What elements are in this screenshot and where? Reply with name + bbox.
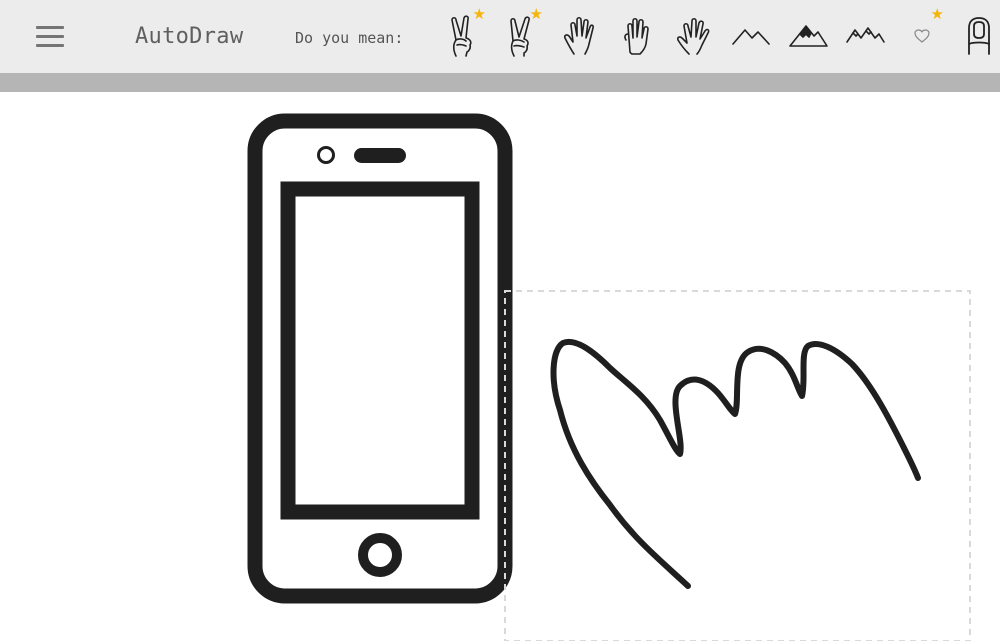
menu-line (36, 44, 64, 47)
suggestion-heart[interactable]: ★ (898, 7, 946, 60)
phone-screen (280, 181, 480, 520)
open-hand-icon (677, 17, 710, 55)
suggestion-open-hand-2[interactable] (670, 12, 718, 60)
suggestion-raised-hand[interactable] (613, 12, 661, 60)
open-hand-icon (564, 16, 594, 55)
suggestion-mountain-snow[interactable] (784, 12, 832, 60)
finger-icon (968, 17, 990, 55)
mountain-icon (732, 29, 770, 45)
favorite-star-icon: ★ (472, 5, 486, 23)
suggestion-mountain-range[interactable] (841, 12, 889, 60)
phone-drawing (247, 113, 513, 604)
suggestions-label: Do you mean: (295, 29, 404, 47)
toolbar-shadow (0, 73, 1000, 92)
suggestion-mountain-1[interactable] (727, 12, 775, 60)
snowy-mountain-icon (789, 25, 828, 47)
suggestion-open-hand-1[interactable] (556, 12, 604, 60)
phone-speaker (354, 148, 406, 163)
hand-scribble (550, 338, 921, 589)
menu-line (36, 26, 64, 29)
canvas-drawing (247, 113, 971, 641)
app-title: AutoDraw (135, 24, 244, 49)
suggestion-peace-sign-1[interactable]: ★ (440, 7, 488, 60)
suggestion-fingertip[interactable] (955, 12, 1000, 60)
drawing-canvas[interactable] (0, 92, 1000, 641)
favorite-star-icon: ★ (529, 5, 543, 23)
toolbar: AutoDraw Do you mean: ★ ★ ★ (0, 0, 1000, 73)
mountain-range-icon (846, 27, 885, 43)
menu-line (36, 35, 64, 38)
menu-icon[interactable] (34, 24, 66, 50)
phone-camera (317, 146, 335, 164)
phone-home-button (358, 533, 402, 577)
suggestion-peace-sign-2[interactable]: ★ (497, 7, 545, 60)
favorite-star-icon: ★ (930, 5, 944, 23)
raised-hand-icon (624, 17, 649, 55)
